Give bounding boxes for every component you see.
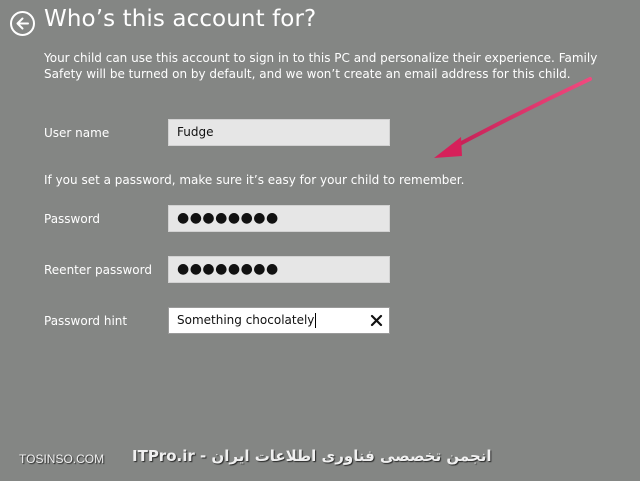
- annotation-arrow: [434, 77, 592, 158]
- watermark-right: ITPro.ir - انجمن تخصصی فناوری اطلاعات ای…: [132, 447, 492, 465]
- watermark-left: TOSINSO.COM: [19, 452, 105, 466]
